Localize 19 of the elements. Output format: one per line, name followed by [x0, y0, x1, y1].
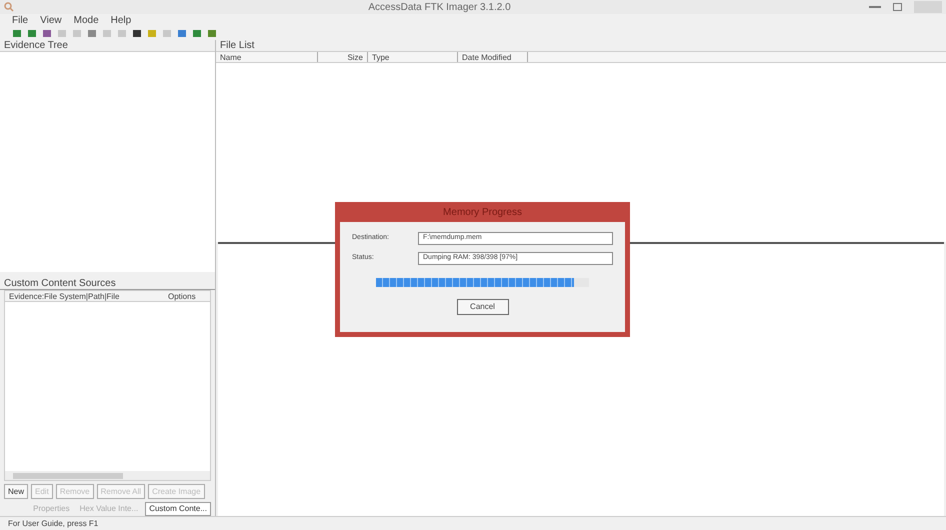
tab[interactable]: Custom Conte...: [145, 502, 211, 516]
status-text: For User Guide, press F1: [8, 518, 98, 530]
window-title: AccessData FTK Imager 3.1.2.0: [367, 0, 512, 14]
menu-item[interactable]: File: [12, 12, 28, 28]
column-header[interactable]: Options: [164, 291, 210, 301]
column-header[interactable]: Type: [368, 52, 458, 62]
maximize-button[interactable]: [893, 3, 902, 11]
menu-item[interactable]: Help: [110, 12, 132, 28]
column-header[interactable]: Name: [216, 52, 318, 62]
column-header[interactable]: Date Modified: [458, 52, 528, 62]
magnifier-icon: [4, 2, 14, 12]
menu-item[interactable]: Mode: [74, 12, 99, 28]
column-header[interactable]: Size: [318, 52, 368, 62]
column-header[interactable]: Evidence:File System|Path|File: [5, 291, 164, 301]
dialog-title: Memory Progress: [442, 206, 523, 220]
panel-button[interactable]: New: [4, 484, 28, 499]
menu-item[interactable]: View: [40, 12, 62, 28]
cancel-button[interactable]: Cancel: [456, 299, 508, 315]
scrollbar[interactable]: [5, 471, 210, 480]
